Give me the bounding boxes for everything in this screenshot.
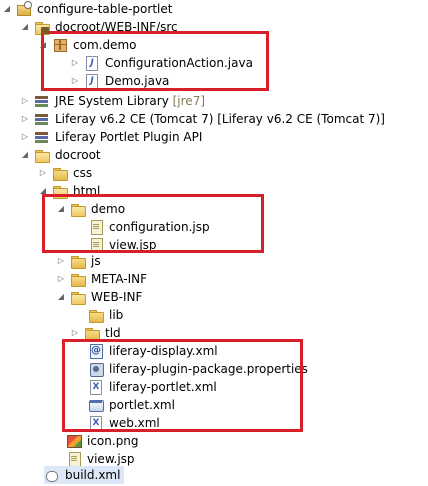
highlight-box-package — [41, 31, 269, 91]
collapse-arrow-icon[interactable]: ◢ — [20, 146, 30, 164]
tree-node-docroot[interactable]: ◢ docroot — [20, 146, 101, 164]
tree-node-css[interactable]: ▷ css — [38, 164, 92, 182]
tree-node-plugin-api-library[interactable]: ▷ Liferay Portlet Plugin API — [20, 128, 202, 146]
folder-icon — [70, 253, 86, 269]
expand-arrow-icon[interactable]: ▷ — [20, 128, 30, 146]
project-icon — [16, 1, 32, 17]
tree-node-jre-library[interactable]: ▷ JRE System Library [jre7] — [20, 92, 205, 110]
tree-node-web-inf[interactable]: ◢ WEB-INF — [56, 288, 142, 306]
library-icon — [34, 93, 50, 109]
ant-build-icon — [44, 467, 60, 483]
library-icon — [34, 111, 50, 127]
collapse-arrow-icon[interactable]: ◢ — [56, 288, 66, 306]
tree-node-label: css — [73, 166, 93, 180]
image-icon — [66, 433, 82, 449]
tree-node-js[interactable]: ▷ js — [56, 252, 101, 270]
tree-node-label: docroot — [55, 148, 101, 162]
expand-arrow-icon[interactable]: ▷ — [20, 92, 30, 110]
tree-node-label: build.xml — [65, 468, 121, 482]
folder-icon — [70, 289, 86, 305]
collapse-arrow-icon[interactable]: ◢ — [2, 0, 12, 18]
tree-node-image-file[interactable]: icon.png — [66, 432, 139, 450]
tree-node-label: Liferay Portlet Plugin API — [55, 130, 203, 144]
folder-icon — [52, 165, 68, 181]
tree-node-label: Liferay v6.2 CE (Tomcat 7) [Liferay v6.2… — [55, 112, 385, 126]
expand-arrow-icon[interactable]: ▷ — [20, 110, 30, 128]
tree-node-project[interactable]: ◢ configure-table-portlet — [2, 0, 172, 18]
source-folder-icon — [34, 19, 50, 35]
tree-node-lib[interactable]: lib — [88, 306, 123, 324]
folder-icon — [70, 271, 86, 287]
jsp-file-icon — [66, 451, 82, 467]
tree-node-label: js — [91, 254, 101, 268]
folder-icon — [34, 147, 50, 163]
expand-arrow-icon[interactable]: ▷ — [56, 270, 66, 288]
collapse-arrow-icon[interactable]: ◢ — [20, 18, 30, 36]
tree-node-liferay-ce-library[interactable]: ▷ Liferay v6.2 CE (Tomcat 7) [Liferay v6… — [20, 110, 385, 128]
tree-node-label: icon.png — [87, 434, 139, 448]
tree-node-label: lib — [109, 308, 124, 322]
tree-node-meta-inf[interactable]: ▷ META-INF — [56, 270, 147, 288]
folder-icon — [88, 307, 104, 323]
tree-node-label: configure-table-portlet — [37, 2, 173, 16]
tree-node-decoration: [jre7] — [172, 94, 206, 108]
expand-arrow-icon[interactable]: ▷ — [38, 164, 48, 182]
tree-node-build-xml[interactable]: build.xml — [44, 466, 125, 484]
tree-node-label: WEB-INF — [91, 290, 143, 304]
highlight-box-demo — [42, 194, 264, 253]
expand-arrow-icon[interactable]: ▷ — [56, 252, 66, 270]
tree-node-label: META-INF — [91, 272, 148, 286]
library-icon — [34, 129, 50, 145]
tree-node-label: JRE System Library — [55, 94, 169, 108]
